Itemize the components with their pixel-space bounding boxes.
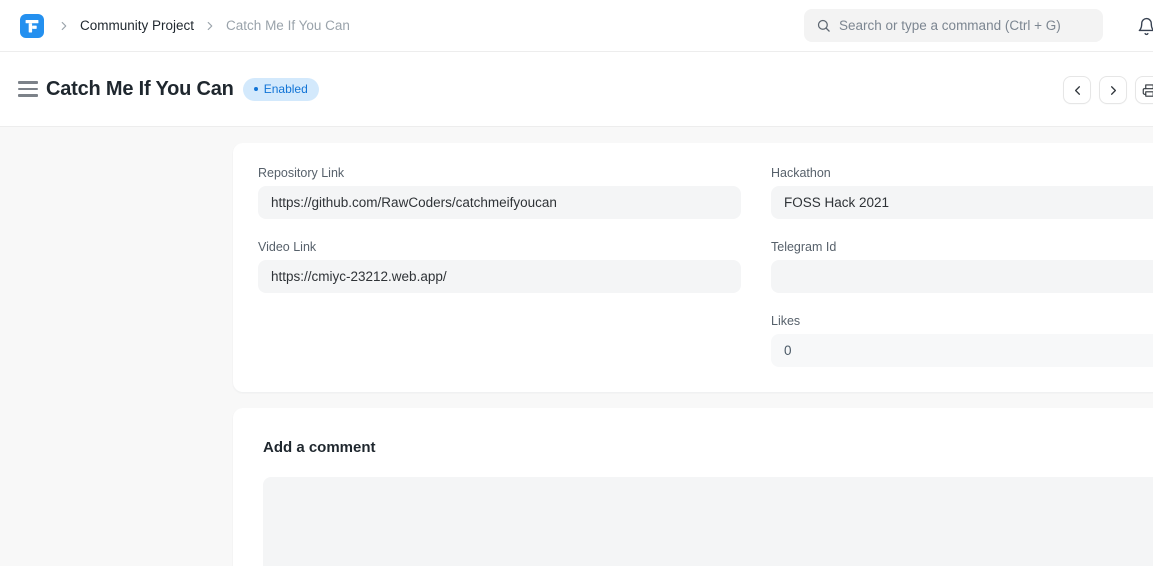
notifications-button[interactable] [1131,11,1153,41]
telegram-id-input[interactable] [771,260,1153,293]
hackathon-input[interactable] [771,186,1153,219]
breadcrumb-chevron-icon [57,19,71,33]
repository-link-input[interactable] [258,186,741,219]
breadcrumb: Community Project Catch Me If You Can [80,18,350,33]
app-window: Community Project Catch Me If You Can Ca… [0,0,1153,566]
breadcrumb-item-community-project[interactable]: Community Project [80,18,194,33]
status-badge-label: Enabled [264,82,308,96]
repository-link-field: Repository Link [258,165,741,219]
breadcrumb-chevron-icon [203,19,217,33]
hamburger-icon [18,81,38,83]
likes-field: Likes 0 [771,313,1153,367]
next-document-button[interactable] [1099,76,1127,104]
video-link-label: Video Link [258,239,741,256]
navbar: Community Project Catch Me If You Can [0,0,1153,52]
frappe-logo[interactable] [20,14,44,38]
bell-icon [1137,17,1153,36]
printer-icon [1142,83,1153,98]
page-title: Catch Me If You Can [46,78,234,101]
previous-document-button[interactable] [1063,76,1091,104]
comments-card: Add a comment [233,408,1153,566]
repository-link-label: Repository Link [258,165,741,182]
content-area: Repository Link Video Link Hackathon Tel… [0,128,1153,566]
chevron-left-icon [1070,83,1085,98]
print-button[interactable] [1135,76,1153,104]
likes-label: Likes [771,313,1153,330]
add-comment-heading: Add a comment [263,439,376,456]
search-input[interactable] [839,18,1091,33]
chevron-right-icon [1106,83,1121,98]
search-icon [816,18,831,33]
status-badge: Enabled [243,78,319,101]
form-column-right: Hackathon Telegram Id Likes 0 [771,165,1153,387]
comment-input[interactable] [263,477,1153,566]
sidebar-toggle-button[interactable] [18,79,38,99]
telegram-id-label: Telegram Id [771,239,1153,256]
hackathon-label: Hackathon [771,165,1153,182]
breadcrumb-item-current[interactable]: Catch Me If You Can [226,18,350,33]
page-header: Catch Me If You Can Enabled [0,52,1153,127]
status-dot-icon [254,87,258,91]
frappe-f-icon [20,14,44,38]
video-link-input[interactable] [258,260,741,293]
global-search[interactable] [804,9,1103,42]
form-details-card: Repository Link Video Link Hackathon Tel… [233,143,1153,392]
video-link-field: Video Link [258,239,741,293]
form-column-left: Repository Link Video Link [258,165,741,313]
hackathon-field: Hackathon [771,165,1153,219]
likes-value: 0 [771,334,1153,367]
telegram-id-field: Telegram Id [771,239,1153,293]
